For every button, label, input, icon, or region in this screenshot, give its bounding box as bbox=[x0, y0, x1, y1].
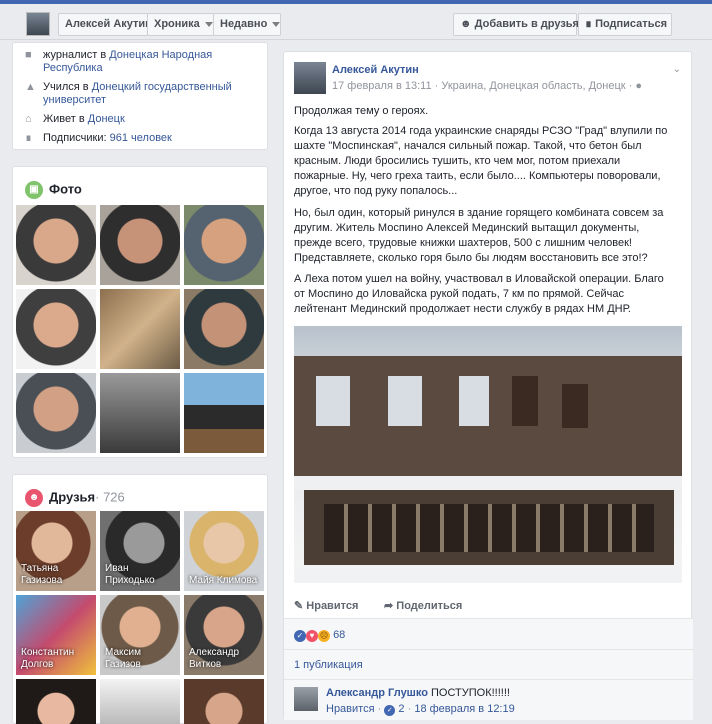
home-icon: ⌂ bbox=[25, 113, 32, 125]
friend-tile[interactable]: Александр Витков bbox=[184, 595, 264, 675]
post-footer: ✓ ♥ ☹ 68 1 публикация Александр Глушко ПОС… bbox=[284, 618, 693, 720]
profile-avatar[interactable] bbox=[26, 12, 50, 36]
author-avatar[interactable] bbox=[294, 62, 326, 94]
post-paragraph: А Леха потом ушел на войну, участвовал в… bbox=[294, 273, 664, 315]
comment-like-button[interactable]: Нравится bbox=[326, 703, 375, 715]
like-reaction-icon: ✓ bbox=[294, 630, 306, 642]
post-paragraph: Продолжая тему о героях. bbox=[294, 105, 429, 117]
post-paragraph: Когда 13 августа 2014 года украинские сн… bbox=[294, 125, 668, 197]
photo-thumb[interactable] bbox=[16, 205, 96, 285]
divider bbox=[284, 679, 693, 680]
briefcase-icon: ■ bbox=[25, 49, 32, 61]
reactions-summary[interactable]: ✓ ♥ ☹ 68 bbox=[294, 629, 345, 642]
top-blue-strip bbox=[0, 0, 712, 4]
comment-author-link[interactable]: Александр Глушко bbox=[326, 687, 428, 699]
shares-link[interactable]: 1 публикация bbox=[294, 659, 363, 671]
globe-icon: ● bbox=[635, 80, 643, 92]
share-icon: ➦ bbox=[384, 600, 394, 612]
post-date-link[interactable]: 17 февраля в 13:11 bbox=[332, 80, 432, 92]
add-friend-icon: ☻ bbox=[460, 18, 475, 30]
photo-thumb[interactable] bbox=[100, 373, 180, 453]
sad-reaction-icon: ☹ bbox=[318, 630, 330, 642]
intro-card: ■ журналист в Донецкая Народная Республи… bbox=[12, 42, 268, 150]
commenter-avatar[interactable] bbox=[294, 687, 318, 711]
recent-dropdown[interactable]: Недавно bbox=[213, 13, 281, 36]
post-options-chevron-icon[interactable]: ⌄ bbox=[673, 64, 681, 75]
photo-thumb[interactable] bbox=[16, 373, 96, 453]
photos-card: ▣ Фото bbox=[12, 166, 268, 458]
friend-tile[interactable]: Майя Климова bbox=[184, 511, 264, 591]
intro-education: ▲ Учился в Донецкий государственный унив… bbox=[25, 81, 232, 106]
chronicle-dropdown[interactable]: Хроника bbox=[147, 13, 214, 36]
photo-thumb[interactable] bbox=[16, 289, 96, 369]
photo-icon: ▣ bbox=[25, 181, 43, 199]
photo-thumb[interactable] bbox=[100, 289, 180, 369]
profile-name-button[interactable]: Алексей Акутин bbox=[58, 13, 152, 36]
post-image[interactable] bbox=[294, 326, 682, 583]
photo-thumb[interactable] bbox=[100, 205, 180, 285]
like-reaction-icon: ✓ bbox=[384, 705, 396, 716]
thumbs-up-icon: ✎ bbox=[294, 600, 304, 612]
chevron-down-icon bbox=[272, 21, 281, 27]
rss-icon: ∎ bbox=[25, 132, 32, 144]
post-card: Алексей Акутин 17 февраля в 13:11 · Укра… bbox=[283, 51, 693, 720]
friend-tile[interactable]: Иван Приходько bbox=[100, 511, 180, 591]
post-author-link[interactable]: Алексей Акутин bbox=[332, 64, 419, 76]
home-link[interactable]: Донецк bbox=[88, 113, 125, 125]
comment-actions: Нравится · ✓ 2 · 18 февраля в 12:19 bbox=[326, 703, 515, 716]
divider bbox=[284, 649, 693, 650]
intro-work: ■ журналист в Донецкая Народная Республи… bbox=[25, 49, 213, 74]
friend-tile[interactable]: Татьяна Газизова bbox=[16, 511, 96, 591]
intro-home: ⌂ Живет в Донецк bbox=[25, 113, 125, 125]
love-reaction-icon: ♥ bbox=[306, 630, 318, 642]
comment-date-link[interactable]: 18 февраля в 12:19 bbox=[414, 703, 514, 715]
photo-thumb[interactable] bbox=[184, 289, 264, 369]
subscribe-button[interactable]: ∎ Подписаться bbox=[578, 13, 672, 36]
like-button[interactable]: ✎ Нравится bbox=[294, 599, 358, 612]
photo-thumb[interactable] bbox=[184, 205, 264, 285]
friends-icon: ☻ bbox=[25, 489, 43, 507]
photo-thumb[interactable] bbox=[184, 373, 264, 453]
rss-icon: ∎ bbox=[585, 18, 596, 30]
friend-tile[interactable] bbox=[184, 679, 264, 724]
share-button[interactable]: ➦ Поделиться bbox=[384, 599, 462, 612]
profile-header-bar: Алексей Акутин Хроника Недавно ☻ Добавит… bbox=[0, 0, 712, 40]
photos-title[interactable]: ▣ Фото bbox=[25, 181, 82, 199]
intro-followers: ∎ Подписчики: 961 человек bbox=[25, 132, 172, 144]
chevron-down-icon bbox=[204, 21, 213, 27]
followers-link[interactable]: 961 человек bbox=[110, 132, 172, 144]
comment-line: Александр Глушко ПОСТУПОК!!!!!! bbox=[326, 687, 510, 699]
friend-tile[interactable]: Максим Газизов bbox=[100, 595, 180, 675]
friend-tile[interactable]: Константин Долгов bbox=[16, 595, 96, 675]
friends-card: ☻ Друзья· 726 Татьяна Газизова Иван Приходь… bbox=[12, 474, 268, 724]
graduation-cap-icon: ▲ bbox=[25, 81, 36, 93]
post-meta: 17 февраля в 13:11 · Украина, Донецкая о… bbox=[332, 80, 643, 92]
post-paragraph: Но, был один, который ринулся в здание г… bbox=[294, 207, 664, 264]
friends-title[interactable]: ☻ Друзья· 726 bbox=[25, 489, 125, 507]
friend-tile[interactable] bbox=[16, 679, 96, 724]
add-friend-button[interactable]: ☻ Добавить в друзья bbox=[453, 13, 579, 36]
friend-tile[interactable] bbox=[100, 679, 180, 724]
